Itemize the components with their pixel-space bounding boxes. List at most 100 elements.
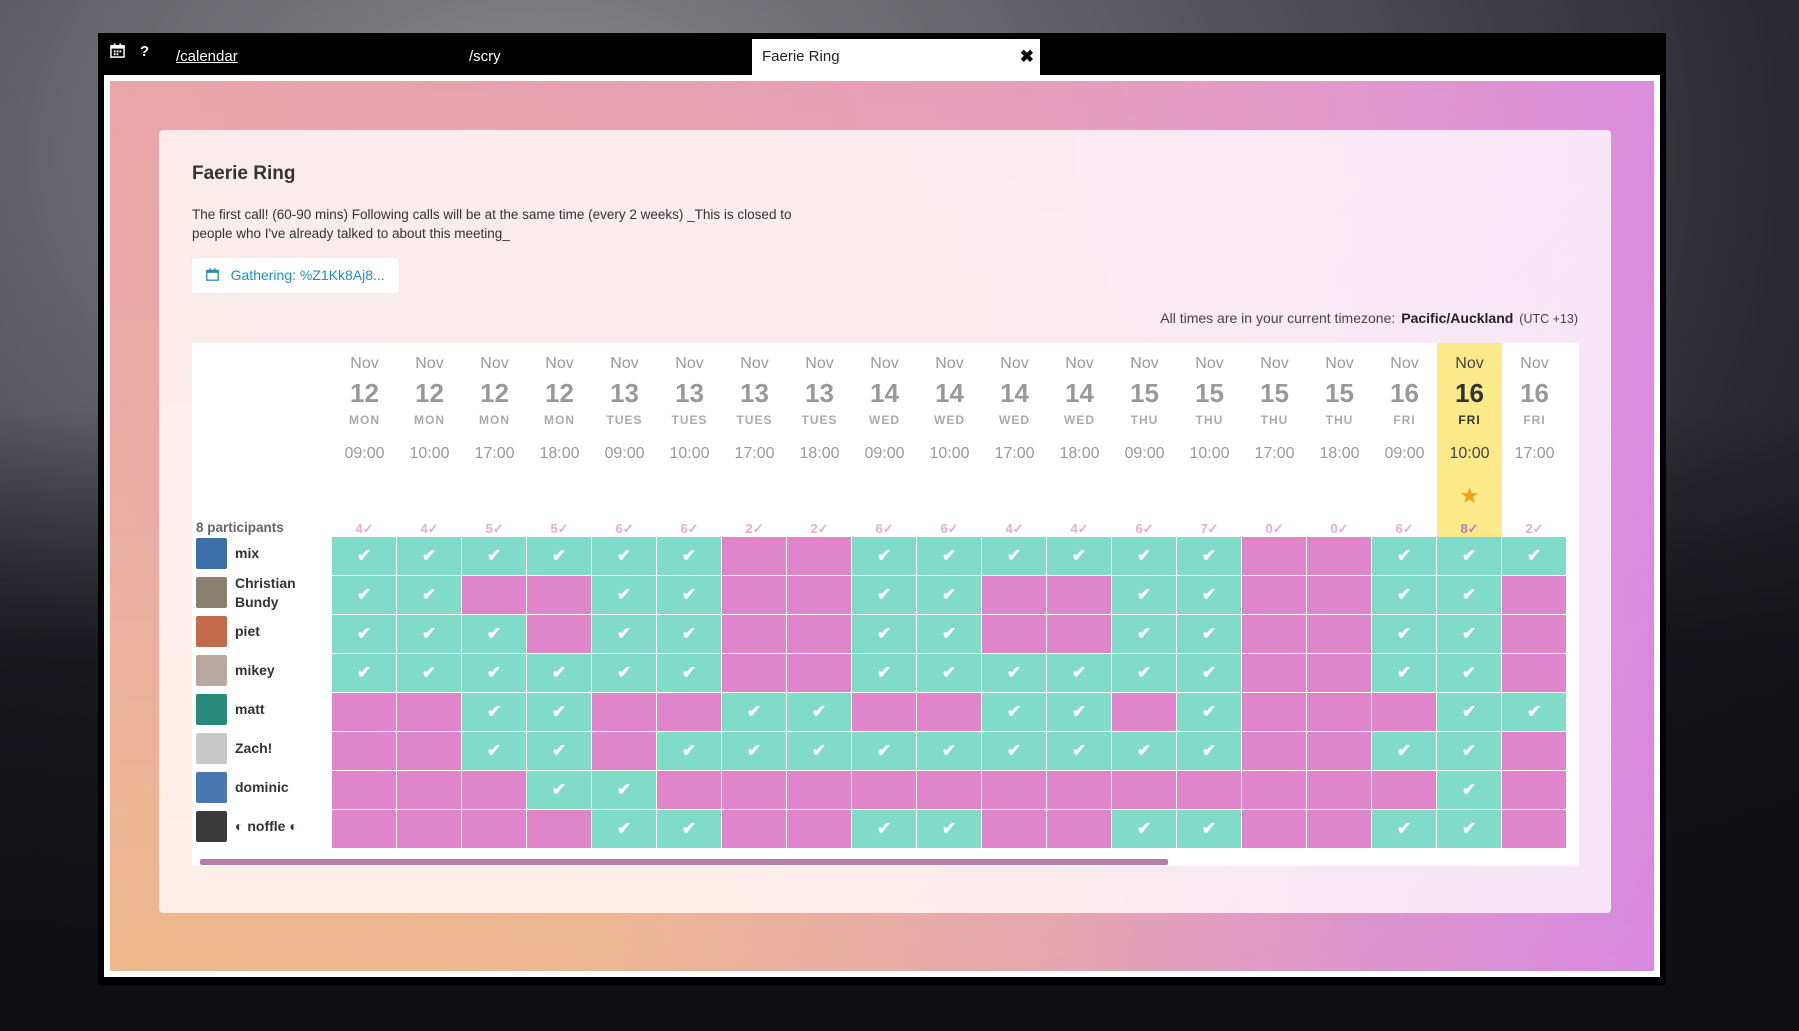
- availability-cell-no[interactable]: [1502, 771, 1567, 810]
- availability-cell-yes[interactable]: ✔: [332, 654, 397, 693]
- availability-cell-yes[interactable]: ✔: [787, 732, 852, 771]
- availability-cell-yes[interactable]: ✔: [657, 615, 722, 654]
- availability-cell-no[interactable]: [1502, 732, 1567, 771]
- tab-faerie-ring[interactable]: Faerie Ring ✖: [752, 39, 1040, 75]
- availability-cell-no[interactable]: [852, 771, 917, 810]
- availability-cell-yes[interactable]: ✔: [527, 771, 592, 810]
- availability-cell-no[interactable]: [462, 576, 527, 615]
- availability-cell-no[interactable]: [397, 810, 462, 849]
- availability-cell-no[interactable]: [787, 576, 852, 615]
- availability-cell-no[interactable]: [462, 810, 527, 849]
- availability-cell-yes[interactable]: ✔: [982, 537, 1047, 576]
- help-icon[interactable]: ?: [140, 43, 149, 60]
- availability-cell-no[interactable]: [592, 693, 657, 732]
- availability-cell-yes[interactable]: ✔: [462, 693, 527, 732]
- horizontal-scrollbar[interactable]: [200, 859, 1168, 865]
- availability-cell-yes[interactable]: ✔: [462, 537, 527, 576]
- availability-cell-no[interactable]: [657, 693, 722, 732]
- availability-cell-yes[interactable]: ✔: [1437, 810, 1502, 849]
- availability-cell-no[interactable]: [1372, 771, 1437, 810]
- availability-cell-no[interactable]: [722, 810, 787, 849]
- availability-cell-no[interactable]: [332, 732, 397, 771]
- availability-cell-no[interactable]: [332, 693, 397, 732]
- availability-cell-no[interactable]: [1047, 810, 1112, 849]
- availability-cell-no[interactable]: [982, 771, 1047, 810]
- availability-cell-yes[interactable]: ✔: [657, 732, 722, 771]
- availability-cell-no[interactable]: [527, 576, 592, 615]
- availability-cell-no[interactable]: [1307, 771, 1372, 810]
- availability-cell-no[interactable]: [1242, 654, 1307, 693]
- availability-cell-no[interactable]: [1047, 615, 1112, 654]
- availability-cell-yes[interactable]: ✔: [592, 771, 657, 810]
- availability-cell-yes[interactable]: ✔: [722, 732, 787, 771]
- close-icon[interactable]: ✖: [1020, 39, 1034, 75]
- availability-cell-yes[interactable]: ✔: [592, 576, 657, 615]
- availability-cell-yes[interactable]: ✔: [917, 537, 982, 576]
- availability-cell-yes[interactable]: ✔: [1112, 654, 1177, 693]
- availability-cell-no[interactable]: [787, 537, 852, 576]
- tab-calendar[interactable]: /calendar: [166, 39, 456, 75]
- availability-cell-no[interactable]: [1307, 576, 1372, 615]
- availability-cell-yes[interactable]: ✔: [1112, 537, 1177, 576]
- availability-cell-yes[interactable]: ✔: [527, 732, 592, 771]
- availability-cell-no[interactable]: [722, 615, 787, 654]
- availability-cell-yes[interactable]: ✔: [1047, 537, 1112, 576]
- availability-cell-no[interactable]: [1242, 693, 1307, 732]
- availability-cell-yes[interactable]: ✔: [1437, 732, 1502, 771]
- availability-cell-yes[interactable]: ✔: [1437, 654, 1502, 693]
- availability-cell-no[interactable]: [332, 771, 397, 810]
- availability-cell-yes[interactable]: ✔: [1372, 615, 1437, 654]
- availability-cell-yes[interactable]: ✔: [722, 693, 787, 732]
- availability-cell-yes[interactable]: ✔: [1437, 771, 1502, 810]
- availability-cell-yes[interactable]: ✔: [1372, 654, 1437, 693]
- availability-cell-no[interactable]: [982, 615, 1047, 654]
- availability-cell-no[interactable]: [1307, 732, 1372, 771]
- availability-cell-yes[interactable]: ✔: [657, 537, 722, 576]
- availability-cell-no[interactable]: [917, 771, 982, 810]
- availability-cell-no[interactable]: [787, 810, 852, 849]
- availability-cell-yes[interactable]: ✔: [917, 654, 982, 693]
- availability-cell-yes[interactable]: ✔: [1177, 537, 1242, 576]
- availability-cell-yes[interactable]: ✔: [1372, 537, 1437, 576]
- availability-cell-no[interactable]: [722, 771, 787, 810]
- availability-cell-yes[interactable]: ✔: [1437, 615, 1502, 654]
- availability-cell-no[interactable]: [527, 615, 592, 654]
- availability-cell-no[interactable]: [1047, 771, 1112, 810]
- availability-cell-no[interactable]: [1177, 771, 1242, 810]
- availability-cell-yes[interactable]: ✔: [1372, 576, 1437, 615]
- availability-cell-no[interactable]: [1307, 537, 1372, 576]
- availability-cell-yes[interactable]: ✔: [1047, 654, 1112, 693]
- calendar-icon[interactable]: [110, 43, 125, 60]
- availability-cell-yes[interactable]: ✔: [1372, 810, 1437, 849]
- availability-cell-no[interactable]: [1502, 810, 1567, 849]
- availability-cell-yes[interactable]: ✔: [527, 654, 592, 693]
- availability-cell-yes[interactable]: ✔: [917, 576, 982, 615]
- availability-cell-no[interactable]: [1307, 810, 1372, 849]
- availability-cell-no[interactable]: [397, 732, 462, 771]
- availability-cell-yes[interactable]: ✔: [1177, 732, 1242, 771]
- availability-cell-yes[interactable]: ✔: [1372, 732, 1437, 771]
- availability-cell-yes[interactable]: ✔: [1177, 576, 1242, 615]
- availability-cell-no[interactable]: [592, 732, 657, 771]
- availability-cell-yes[interactable]: ✔: [1047, 693, 1112, 732]
- availability-cell-yes[interactable]: ✔: [592, 615, 657, 654]
- availability-cell-yes[interactable]: ✔: [1112, 732, 1177, 771]
- availability-cell-yes[interactable]: ✔: [787, 693, 852, 732]
- availability-cell-yes[interactable]: ✔: [1112, 576, 1177, 615]
- availability-cell-no[interactable]: [397, 771, 462, 810]
- availability-cell-yes[interactable]: ✔: [332, 576, 397, 615]
- availability-cell-yes[interactable]: ✔: [462, 615, 527, 654]
- gathering-button[interactable]: Gathering: %Z1Kk8Aj8...: [192, 258, 399, 293]
- availability-cell-no[interactable]: [397, 693, 462, 732]
- availability-cell-yes[interactable]: ✔: [982, 732, 1047, 771]
- availability-cell-yes[interactable]: ✔: [1047, 732, 1112, 771]
- availability-cell-no[interactable]: [1502, 654, 1567, 693]
- availability-cell-yes[interactable]: ✔: [657, 654, 722, 693]
- availability-cell-yes[interactable]: ✔: [852, 576, 917, 615]
- availability-cell-yes[interactable]: ✔: [592, 810, 657, 849]
- availability-cell-yes[interactable]: ✔: [657, 810, 722, 849]
- availability-cell-yes[interactable]: ✔: [982, 693, 1047, 732]
- availability-cell-no[interactable]: [1047, 576, 1112, 615]
- availability-cell-yes[interactable]: ✔: [332, 615, 397, 654]
- availability-cell-yes[interactable]: ✔: [527, 537, 592, 576]
